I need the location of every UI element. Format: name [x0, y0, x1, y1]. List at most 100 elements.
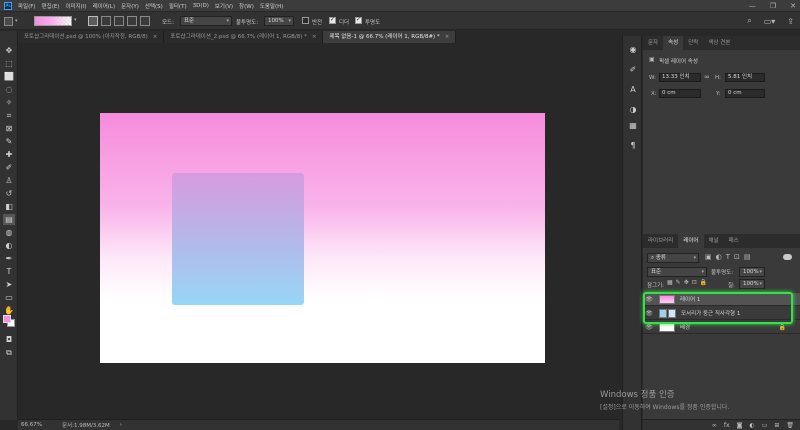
canvas-area[interactable] — [19, 43, 619, 419]
marquee-tool-icon[interactable]: ⬜ — [3, 71, 15, 82]
tab-properties[interactable]: 속성 — [663, 36, 684, 50]
layer-opacity-field[interactable]: 100% — [739, 267, 765, 277]
width-field[interactable]: 13.33 인치 — [659, 73, 701, 82]
adjustment-layer-icon[interactable]: ◐ — [749, 422, 754, 429]
close-icon[interactable]: × — [312, 31, 317, 43]
rectangle-tool-icon[interactable]: ▭ — [3, 292, 15, 303]
artboard-tool-icon[interactable]: ⬚ — [3, 58, 15, 69]
dither-checkbox[interactable] — [329, 16, 336, 24]
fill-field[interactable]: 100% — [739, 279, 765, 289]
filter-toggle[interactable] — [783, 254, 792, 260]
screen-mode-icon[interactable]: ⧉ — [3, 347, 15, 358]
magic-wand-tool-icon[interactable]: ✧ — [3, 97, 15, 108]
quick-mask-icon[interactable]: ◘ — [3, 334, 15, 345]
tab-layers[interactable]: 레이어 — [678, 234, 704, 248]
menu-type[interactable]: 문자(Y) — [121, 2, 139, 10]
menu-image[interactable]: 이미지(I) — [65, 2, 86, 10]
menu-3d[interactable]: 3D(D) — [193, 3, 209, 9]
tab-character[interactable]: 문자 — [643, 36, 663, 50]
blur-tool-icon[interactable]: ◍ — [3, 227, 15, 238]
layer-row-background[interactable]: 👁 배경 🔒 — [643, 321, 800, 334]
layer-filter-icons[interactable]: ▣◐T⊡▤ — [705, 253, 754, 261]
reverse-checkbox[interactable] — [302, 17, 309, 24]
visibility-eye-icon[interactable]: 👁 — [643, 296, 655, 303]
blend-mode-select[interactable]: 표준 — [647, 267, 707, 277]
new-layer-icon[interactable]: ⊞ — [774, 422, 779, 429]
eraser-tool-icon[interactable]: ◧ — [3, 201, 15, 212]
diamond-gradient-button[interactable] — [140, 16, 150, 26]
opacity-field[interactable]: 100% — [264, 16, 294, 26]
gradient-dropdown-icon[interactable]: ▾ — [74, 17, 77, 23]
layer-name[interactable]: 모서리가 둥근 직사각형 1 — [681, 309, 740, 317]
layer-name[interactable]: 배경 — [680, 323, 690, 331]
x-field[interactable]: 0 cm — [659, 89, 701, 98]
radial-gradient-button[interactable] — [101, 16, 111, 26]
menu-file[interactable]: 파일(F) — [18, 2, 36, 10]
move-tool-icon[interactable]: ✥ — [3, 45, 15, 56]
tab-document-2[interactable]: 포토샵그라데이션_2.psd @ 66.7% (레이어 1, RGB/8) * … — [164, 31, 324, 43]
menu-layer[interactable]: 레이어(L) — [93, 2, 116, 10]
close-icon[interactable]: × — [445, 31, 450, 43]
share-icon[interactable]: ⇪ — [787, 17, 794, 26]
new-group-icon[interactable]: ▭ — [762, 422, 768, 429]
layer-row-layer-1[interactable]: 👁 레이어 1 — [643, 293, 800, 306]
tab-libraries[interactable]: 라이브러리 — [643, 234, 678, 248]
tool-preset-picker[interactable]: ▾ — [4, 12, 22, 30]
layer-name[interactable]: 레이어 1 — [680, 295, 700, 303]
foreground-color-swatch[interactable] — [3, 315, 11, 323]
menu-select[interactable]: 선택(S) — [145, 2, 163, 10]
close-icon[interactable]: × — [153, 31, 158, 43]
delete-layer-icon[interactable]: 🗑 — [786, 422, 794, 429]
visibility-eye-icon[interactable]: 👁 — [643, 324, 655, 331]
pen-tool-icon[interactable]: ✒ — [3, 253, 15, 264]
menu-filter[interactable]: 필터(T) — [169, 2, 187, 10]
history-brush-tool-icon[interactable]: ↺ — [3, 188, 15, 199]
type-tool-icon[interactable]: T — [3, 266, 15, 277]
gradient-tool-icon[interactable]: ▤ — [3, 214, 15, 225]
close-icon[interactable]: ✕ — [790, 2, 796, 10]
clone-stamp-tool-icon[interactable]: ♙ — [3, 175, 15, 186]
add-mask-icon[interactable]: ◙ — [737, 422, 743, 429]
adjustments-panel-icon[interactable]: ◑ — [627, 104, 639, 116]
y-field[interactable]: 0 cm — [725, 89, 765, 98]
reflected-gradient-button[interactable] — [127, 16, 137, 26]
tab-swatches[interactable]: 색상 견본 — [703, 36, 735, 50]
menu-window[interactable]: 창(W) — [239, 2, 254, 10]
styles-panel-icon[interactable]: ▦ — [627, 120, 639, 132]
link-layers-icon[interactable]: ∞ — [712, 422, 717, 429]
gradient-preview-picker[interactable] — [34, 16, 72, 26]
lasso-tool-icon[interactable]: ◌ — [3, 84, 15, 95]
angle-gradient-button[interactable] — [114, 16, 124, 26]
tab-paths[interactable]: 패스 — [724, 234, 744, 248]
eyedropper-tool-icon[interactable]: ✎ — [3, 136, 15, 147]
linear-gradient-button[interactable] — [88, 16, 98, 26]
menu-help[interactable]: 도움말(H) — [260, 2, 284, 10]
character-panel-icon[interactable]: A — [627, 84, 639, 96]
menu-edit[interactable]: 편집(E) — [42, 2, 60, 10]
layer-row-rounded-rectangle[interactable]: 👁 모서리가 둥근 직사각형 1 — [643, 307, 800, 320]
transparency-checkbox[interactable] — [355, 16, 362, 24]
info-panel-icon[interactable]: ¶ — [627, 140, 639, 152]
brush-tool-icon[interactable]: ✐ — [3, 162, 15, 173]
height-field[interactable]: 5.81 인치 — [725, 73, 765, 82]
rounded-rectangle-shape[interactable] — [172, 173, 304, 305]
restore-icon[interactable]: ❐ — [770, 2, 776, 10]
zoom-level[interactable]: 66.67% — [21, 422, 42, 428]
lock-icons[interactable]: ▦✎✥⊡🔒 — [667, 279, 710, 286]
layer-filter-select[interactable]: ⌕ 종류 — [647, 253, 699, 263]
workspace-icon[interactable]: ▭▾ — [764, 17, 776, 26]
healing-brush-tool-icon[interactable]: ✚ — [3, 149, 15, 160]
color-panel-icon[interactable]: ◉ — [627, 44, 639, 56]
crop-tool-icon[interactable]: ⌗ — [3, 110, 15, 121]
tab-paragraph[interactable]: 단락 — [683, 36, 703, 50]
status-menu-arrow[interactable]: › — [120, 422, 122, 428]
tab-document-1[interactable]: 포토샵그라데이션.psd @ 100% (아지작정, RGB/8) × — [18, 31, 165, 43]
tab-channels[interactable]: 채널 — [704, 234, 724, 248]
visibility-eye-icon[interactable]: 👁 — [643, 310, 655, 317]
dodge-tool-icon[interactable]: ◐ — [3, 240, 15, 251]
fx-icon[interactable]: fx — [724, 422, 730, 429]
tab-document-3[interactable]: 제목 없음-1 @ 66.7% (레이어 1, RGB/8#) * × — [323, 31, 457, 43]
brush-panel-icon[interactable]: ✐ — [627, 64, 639, 76]
document-canvas[interactable] — [100, 113, 545, 363]
path-selection-tool-icon[interactable]: ➤ — [3, 279, 15, 290]
